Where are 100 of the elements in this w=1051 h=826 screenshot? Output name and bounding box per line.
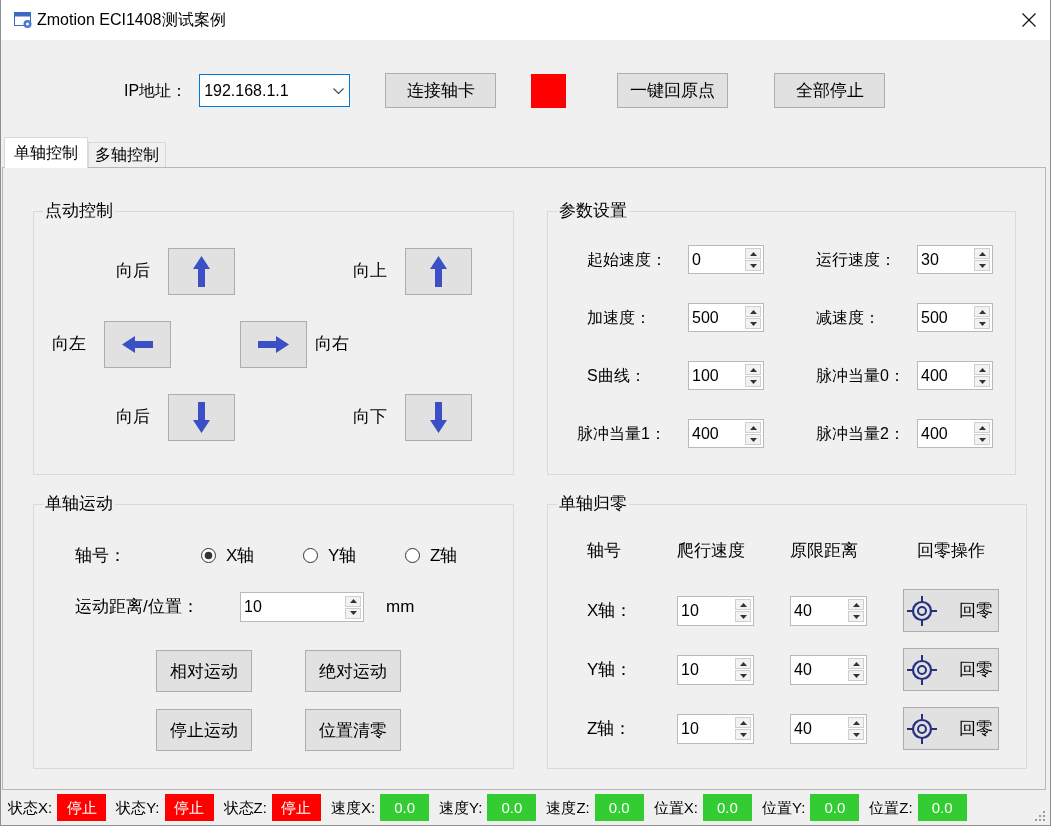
down-triangle-icon — [749, 263, 757, 268]
motion-button[interactable]: 绝对运动 — [305, 650, 401, 692]
up-arrow-icon — [430, 256, 447, 287]
spin-up-button[interactable] — [848, 658, 864, 670]
spin-up-button[interactable] — [974, 422, 990, 433]
home-button[interactable]: 回零 — [903, 589, 999, 633]
home-button[interactable]: 回零 — [903, 707, 999, 751]
radio-button-icon[interactable] — [405, 548, 420, 564]
stop-all-button[interactable]: 全部停止 — [774, 73, 886, 108]
crosshair-icon — [907, 654, 937, 685]
number-spinbox[interactable]: 0 — [688, 245, 764, 274]
spin-up-button[interactable] — [745, 248, 761, 259]
spin-down-button[interactable] — [345, 607, 361, 619]
spin-up-button[interactable] — [345, 595, 361, 607]
jog-down-button[interactable] — [405, 394, 472, 441]
status-value: 0.0 — [810, 794, 860, 821]
home-button[interactable]: 回零 — [903, 648, 999, 692]
down-triangle-icon — [978, 263, 986, 268]
ip-address-combobox[interactable]: 192.168.1.1 — [199, 74, 351, 107]
up-triangle-icon — [739, 720, 747, 725]
motion-button[interactable]: 位置清零 — [305, 709, 401, 751]
radio-button-icon[interactable] — [201, 548, 216, 564]
spin-up-button[interactable] — [745, 364, 761, 375]
up-triangle-icon — [749, 367, 757, 372]
spin-up-button[interactable] — [974, 364, 990, 375]
number-spinbox[interactable]: 500 — [688, 303, 764, 332]
status-label: 状态X: — [8, 798, 53, 817]
motion-button[interactable]: 相对运动 — [156, 650, 252, 692]
spin-up-button[interactable] — [745, 422, 761, 433]
number-spinbox[interactable]: 100 — [688, 361, 764, 390]
close-icon[interactable] — [1022, 13, 1036, 27]
jog-left-button[interactable] — [104, 321, 171, 368]
spin-up-button[interactable] — [745, 306, 761, 317]
tab[interactable]: 单轴控制 — [4, 137, 88, 168]
up-triangle-icon — [978, 367, 986, 372]
spin-down-button[interactable] — [974, 434, 990, 445]
group-title: 点动控制 — [44, 201, 114, 221]
number-spinbox[interactable]: 10 — [240, 592, 364, 622]
spin-down-button[interactable] — [974, 318, 990, 329]
spin-down-button[interactable] — [735, 670, 751, 682]
number-spinbox[interactable]: 10 — [677, 595, 754, 626]
connect-card-button[interactable]: 连接轴卡 — [385, 73, 497, 108]
parameter-label: S曲线： — [587, 365, 647, 386]
spin-up-button[interactable] — [735, 717, 751, 729]
number-spinbox[interactable]: 30 — [917, 245, 993, 274]
axis-label: Z轴： — [587, 718, 633, 740]
axis-radio-option[interactable]: Y轴 — [303, 545, 357, 567]
status-value: 0.0 — [487, 794, 537, 821]
spin-down-button[interactable] — [974, 376, 990, 387]
column-header: 原限距离 — [790, 541, 859, 562]
motion-button[interactable]: 停止运动 — [156, 709, 252, 751]
down-triangle-icon — [852, 614, 860, 619]
jog-up-button[interactable] — [168, 248, 235, 295]
number-spinbox[interactable]: 40 — [790, 713, 867, 744]
status-value: 停止 — [164, 794, 214, 821]
column-header: 回零操作 — [916, 541, 986, 562]
number-spinbox[interactable]: 400 — [917, 419, 993, 448]
spin-down-button[interactable] — [745, 376, 761, 387]
spin-down-button[interactable] — [848, 611, 864, 623]
number-spinbox[interactable]: 10 — [677, 654, 754, 685]
axis-label: Y轴： — [587, 659, 634, 681]
down-triangle-icon — [349, 611, 357, 615]
spin-down-button[interactable] — [735, 729, 751, 741]
up-triangle-icon — [852, 602, 860, 607]
spin-up-button[interactable] — [974, 306, 990, 317]
axis-radio-option[interactable]: X轴 — [201, 545, 255, 567]
number-spinbox[interactable]: 400 — [688, 419, 764, 448]
jog-up-button[interactable] — [405, 248, 472, 295]
resize-grip-icon[interactable] — [1035, 811, 1046, 822]
spin-up-button[interactable] — [974, 248, 990, 259]
tab[interactable]: 多轴控制 — [88, 142, 166, 167]
spin-up-button[interactable] — [735, 658, 751, 670]
spin-down-button[interactable] — [974, 260, 990, 271]
jog-label: 向上 — [353, 261, 387, 282]
spin-down-button[interactable] — [745, 260, 761, 271]
crosshair-icon — [907, 713, 937, 744]
spin-down-button[interactable] — [848, 670, 864, 682]
number-spinbox[interactable]: 500 — [917, 303, 993, 332]
spin-down-button[interactable] — [745, 434, 761, 445]
jog-right-button[interactable] — [240, 321, 307, 368]
down-triangle-icon — [749, 437, 757, 442]
number-spinbox[interactable]: 10 — [677, 713, 754, 744]
parameter-label: 脉冲当量2： — [816, 423, 906, 444]
spin-down-button[interactable] — [745, 318, 761, 329]
spin-up-button[interactable] — [735, 599, 751, 611]
jog-label: 向后 — [116, 261, 150, 282]
parameter-label: 减速度： — [816, 307, 881, 328]
spin-down-button[interactable] — [848, 729, 864, 741]
spin-up-button[interactable] — [848, 599, 864, 611]
spin-up-button[interactable] — [848, 717, 864, 729]
home-all-button[interactable]: 一键回原点 — [617, 73, 729, 108]
number-spinbox[interactable]: 40 — [790, 595, 867, 626]
number-spinbox[interactable]: 40 — [790, 654, 867, 685]
jog-down-button[interactable] — [168, 394, 235, 441]
axis-radio-option[interactable]: Z轴 — [405, 545, 458, 567]
number-spinbox[interactable]: 400 — [917, 361, 993, 390]
radio-button-icon[interactable] — [303, 548, 318, 564]
status-label: 速度Y: — [439, 798, 483, 817]
status-value: 停止 — [57, 794, 107, 821]
spin-down-button[interactable] — [735, 611, 751, 623]
